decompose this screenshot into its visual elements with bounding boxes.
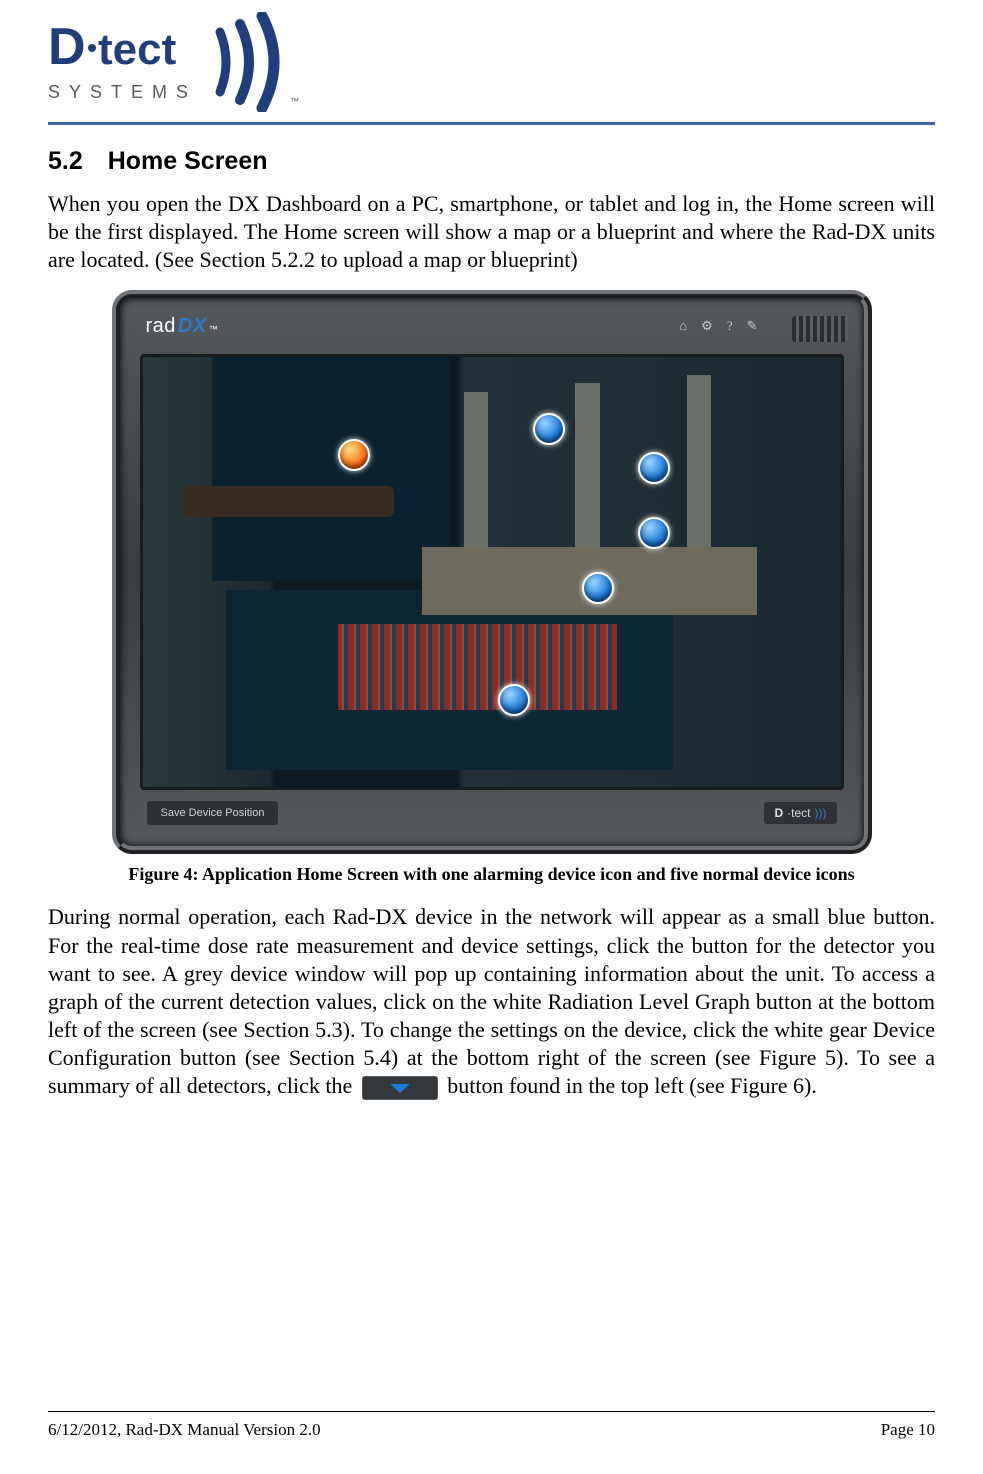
page-footer: 6/12/2012, Rad-DX Manual Version 2.0 Pag…: [48, 1411, 935, 1440]
inline-summary-button[interactable]: [362, 1076, 438, 1100]
device-marker-3[interactable]: [638, 517, 670, 549]
section-heading: 5.2 Home Screen: [48, 147, 935, 176]
footer-right: Page 10: [881, 1420, 935, 1440]
dtect-mini-logo: D·tect ))): [763, 801, 837, 825]
svg-text:D: D: [48, 18, 86, 76]
dtect-logo: D tect SYSTEMS ™: [48, 12, 935, 112]
paragraph-1: When you open the DX Dashboard on a PC, …: [48, 190, 935, 274]
home-icon[interactable]: ⌂: [679, 318, 687, 334]
svg-text:tect: tect: [98, 25, 177, 74]
rad-dx-logo: radDX™: [146, 315, 219, 338]
svg-text:™: ™: [290, 96, 299, 106]
save-device-position-button[interactable]: Save Device Position: [146, 800, 280, 826]
section-number: 5.2: [48, 147, 83, 175]
device-marker-alarm[interactable]: [338, 439, 370, 471]
gear-icon[interactable]: ⚙: [701, 318, 713, 334]
vent-grille: [792, 316, 848, 342]
edit-icon[interactable]: ✎: [747, 318, 758, 334]
app-frame: radDX™ ⌂ ⚙ ? ✎: [112, 290, 872, 854]
app-bottom-bar: Save Device Position D·tect ))): [140, 792, 844, 834]
figure-4: radDX™ ⌂ ⚙ ? ✎: [112, 290, 872, 885]
help-icon[interactable]: ?: [727, 318, 733, 334]
chevron-down-icon: [390, 1084, 410, 1093]
page-header: D tect SYSTEMS ™: [48, 0, 935, 125]
paragraph-2: During normal operation, each Rad-DX dev…: [48, 903, 935, 1100]
app-topbar: radDX™ ⌂ ⚙ ? ✎: [140, 308, 844, 344]
svg-text:SYSTEMS: SYSTEMS: [48, 82, 197, 102]
map-area[interactable]: [140, 354, 844, 790]
device-marker-2[interactable]: [638, 452, 670, 484]
top-icon-row: ⌂ ⚙ ? ✎: [679, 318, 757, 334]
section-title: Home Screen: [108, 147, 268, 175]
footer-left: 6/12/2012, Rad-DX Manual Version 2.0: [48, 1420, 321, 1440]
dtect-logo-svg: D tect SYSTEMS ™: [48, 12, 308, 112]
figure-caption: Figure 4: Application Home Screen with o…: [112, 864, 872, 885]
